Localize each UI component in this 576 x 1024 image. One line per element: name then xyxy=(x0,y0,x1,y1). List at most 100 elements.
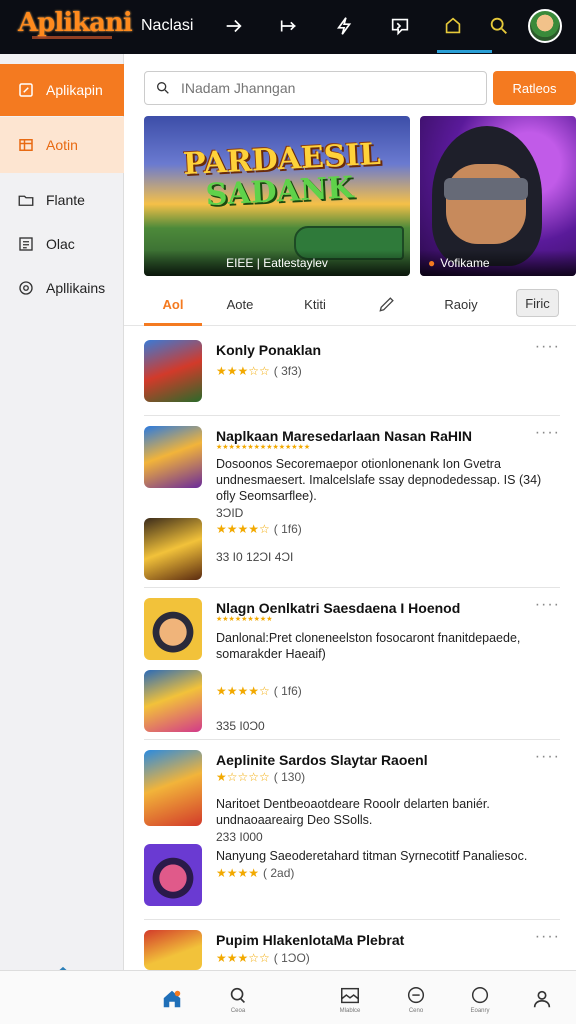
app-rating-line: ★★★★★★★★★ xyxy=(216,616,273,623)
app-card[interactable]: Naplkaan Maresedarlaan Nasan RaHIN ···· … xyxy=(144,416,560,588)
character-mask-graphic xyxy=(444,178,528,200)
app-card[interactable]: Aeplinite Sardos Slaytar Raoenl ···· ★☆☆… xyxy=(144,740,560,920)
search-bar[interactable] xyxy=(144,71,487,105)
nav-chat[interactable]: Ceno xyxy=(396,979,436,1019)
sidebar-item-apllikains[interactable]: Apllikains xyxy=(0,262,124,314)
nav-label: Mlablce xyxy=(339,1007,361,1014)
tab-aol[interactable]: Aol xyxy=(144,282,202,326)
nav-gallery[interactable]: Mlablce xyxy=(330,979,370,1019)
app-card[interactable]: Pupim HlakenlotaMa Plebrat ···· ★★★☆☆( 1… xyxy=(144,920,560,970)
tab-underline xyxy=(144,323,202,326)
circle-icon xyxy=(471,986,489,1003)
app-card[interactable]: Konly Ponaklan ···· ★★★☆☆( 3f3) xyxy=(144,328,560,416)
main-content: Ratleos PARDAESIL SADANK EIEE | Eatlesta… xyxy=(124,54,576,970)
character-face-graphic xyxy=(446,164,526,244)
search-icon xyxy=(157,82,169,94)
tab-raoiy[interactable]: Raoiy xyxy=(436,282,486,326)
sidebar-item-label: Aplikapin xyxy=(46,82,103,98)
app-thumbnail[interactable] xyxy=(144,670,202,732)
pen-icon xyxy=(379,297,394,312)
app-rating: ★★★☆☆( 1ƆO) xyxy=(216,951,310,965)
app-meta: 233 I000 xyxy=(216,830,263,844)
home-outline-icon[interactable] xyxy=(440,13,466,39)
nav-profile[interactable] xyxy=(522,979,562,1019)
app-rating: ★★★★( 2ad) xyxy=(216,866,295,880)
top-bar: Aplikani Naclasi xyxy=(0,0,576,54)
bottom-nav: Ceoa Mlablce Ceno Eoanry xyxy=(0,970,576,1024)
more-menu-icon[interactable]: ···· xyxy=(535,596,560,614)
app-rating: ★☆☆☆☆( 130) xyxy=(216,770,306,784)
tab-pen[interactable] xyxy=(372,282,402,326)
logo-underline xyxy=(32,36,112,39)
sidebar-item-aotin[interactable]: Aotin xyxy=(0,117,124,173)
app-rating: ★★★☆☆( 3f3) xyxy=(216,364,302,378)
app-thumbnail[interactable] xyxy=(144,340,202,402)
message-icon[interactable] xyxy=(387,13,413,39)
fire-icon: ● xyxy=(428,256,436,270)
app-logo[interactable]: Aplikani xyxy=(18,8,133,38)
app-thumbnail[interactable] xyxy=(144,598,202,660)
badge-icon xyxy=(16,278,36,298)
app-description: Nanyung Saeoderetahard titman Syrnecotit… xyxy=(216,849,528,863)
banner-caption: ● Vofikame xyxy=(420,250,576,276)
nav-circle[interactable]: Eoanry xyxy=(460,979,500,1019)
active-indicator xyxy=(437,50,492,53)
app-name[interactable]: Nlagn Oenlkatri Saesdaena I Hoenod xyxy=(216,600,460,616)
sidebar-item-aplikapin[interactable]: Aplikapin xyxy=(0,64,124,116)
search-input[interactable] xyxy=(181,80,461,96)
app-description: Naritoet Dentbeoaotdeare Rooolr delarten… xyxy=(216,797,490,827)
app-meta: 3ƆID xyxy=(216,506,244,520)
app-name[interactable]: Konly Ponaklan xyxy=(216,342,321,358)
nav-label: Ceno xyxy=(408,1007,424,1014)
app-card[interactable]: Nlagn Oenlkatri Saesdaena I Hoenod ···· … xyxy=(144,588,560,740)
app-rating: ★★★★☆( 1f6) xyxy=(216,522,302,536)
app-description: Danlonal:Pret cloneneelston fosocaront f… xyxy=(216,631,521,661)
app-name[interactable]: Aeplinite Sardos Slaytar Raoenl xyxy=(216,752,428,768)
profile-icon xyxy=(533,990,551,1008)
app-meta: 335 I0Ɔ0 xyxy=(216,719,265,733)
featured-banner[interactable]: PARDAESIL SADANK EIEE | Eatlestaylev xyxy=(144,116,410,276)
nav-search[interactable]: Ceoa xyxy=(218,979,258,1019)
app-thumbnail[interactable] xyxy=(144,518,202,580)
sidebar-item-label: Olac xyxy=(46,236,75,252)
sidebar: Aplikapin Aotin Flante Olac Apllikains xyxy=(0,54,124,1000)
sidebar-item-label: Flante xyxy=(46,192,85,208)
more-menu-icon[interactable]: ···· xyxy=(535,748,560,766)
search-button[interactable]: Ratleos xyxy=(493,71,576,105)
nav-home[interactable] xyxy=(152,979,192,1019)
banner-caption: EIEE | Eatlestaylev xyxy=(144,250,410,276)
app-name[interactable]: Naplkaan Maresedarlaan Nasan RaHIN xyxy=(216,428,472,444)
nav-title[interactable]: Naclasi xyxy=(141,17,193,35)
tab-aote[interactable]: Aote xyxy=(216,282,264,326)
more-menu-icon[interactable]: ···· xyxy=(535,928,560,946)
app-name[interactable]: Pupim HlakenlotaMa Plebrat xyxy=(216,932,404,948)
banner-title: PARDAESIL SADANK xyxy=(182,136,382,214)
nav-label: Eoanry xyxy=(470,1007,490,1014)
app-thumbnail[interactable] xyxy=(144,750,202,826)
lightning-icon[interactable] xyxy=(332,13,358,39)
edit-icon xyxy=(16,80,36,100)
tab-ktiti[interactable]: Ktiti xyxy=(290,282,340,326)
gallery-icon xyxy=(341,987,359,1003)
chat-icon xyxy=(407,986,425,1003)
filter-button[interactable]: Firic xyxy=(516,289,559,317)
more-menu-icon[interactable]: ···· xyxy=(535,338,560,356)
avatar[interactable] xyxy=(528,9,562,43)
app-description: Dosoonos Secoremaepor otionlonenank Ion … xyxy=(216,457,542,503)
featured-banner-secondary[interactable]: ● Vofikame xyxy=(420,116,576,276)
nav-label: Ceoa xyxy=(230,1007,246,1014)
app-thumbnail[interactable] xyxy=(144,930,202,970)
app-thumbnail[interactable] xyxy=(144,844,202,906)
grid-list-icon xyxy=(16,135,36,155)
arrow-right-icon[interactable] xyxy=(221,13,247,39)
search-icon xyxy=(230,987,246,1003)
category-tabs: Aol Aote Ktiti Raoiy Firic xyxy=(124,282,576,326)
app-meta: 33 I0 12ƆI 4ƆI xyxy=(216,550,294,564)
app-rating: ★★★★☆( 1f6) xyxy=(216,684,302,698)
more-menu-icon[interactable]: ···· xyxy=(535,424,560,442)
app-thumbnail[interactable] xyxy=(144,426,202,488)
arrow-bar-right-icon[interactable] xyxy=(276,13,302,39)
list-icon xyxy=(16,234,36,254)
search-icon[interactable] xyxy=(486,13,512,39)
sidebar-item-label: Aotin xyxy=(46,137,78,153)
